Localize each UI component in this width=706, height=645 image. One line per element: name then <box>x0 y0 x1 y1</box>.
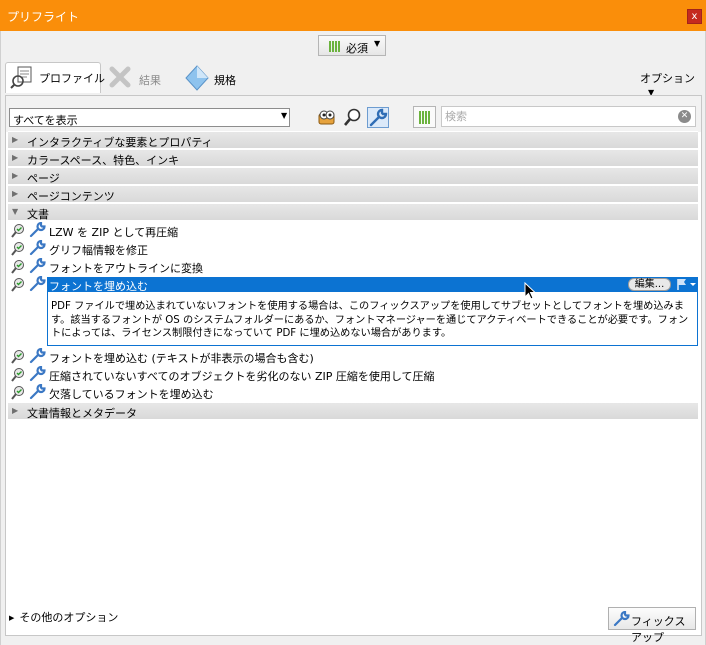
list-item[interactable]: グリフ幅情報を修正 <box>8 239 698 259</box>
expand-arrow-icon[interactable]: ▶ <box>12 189 18 198</box>
magnifier-check-icon <box>11 223 26 241</box>
more-options-label: その他のオプション <box>19 611 119 624</box>
item-label: フォントを埋め込む (テキストが非表示の場合も含む) <box>49 352 314 365</box>
category-colorspace[interactable]: ▶ カラースペース、特色、インキ <box>8 149 698 167</box>
tab-standards[interactable]: 規格 <box>183 65 243 93</box>
options-label: オプション <box>640 72 695 85</box>
selected-list-item[interactable]: フォントを埋め込む 編集... <box>47 277 698 293</box>
tab-profiles-label: プロファイル <box>39 72 105 85</box>
wrench-icon <box>29 239 47 259</box>
fixup-button[interactable]: フィックスアップ <box>608 607 696 644</box>
expand-arrow-icon[interactable]: ▶ <box>12 135 18 144</box>
profile-library-dropdown[interactable]: 必須 ▼ <box>318 35 386 56</box>
profile-library-label: 必須 <box>346 42 368 55</box>
magnifier-check-icon <box>11 367 26 385</box>
list-item[interactable]: フォントをアウトラインに変換 <box>8 257 698 277</box>
item-label: LZW を ZIP として再圧縮 <box>49 226 179 239</box>
magnifier-check-icon <box>11 385 26 403</box>
expand-arrow-icon[interactable]: ▶ <box>12 406 18 415</box>
category-document-info[interactable]: ▶ 文書情報とメタデータ <box>8 402 698 420</box>
collapse-arrow-icon[interactable]: ▼ <box>12 207 18 216</box>
magnifier-check-icon <box>11 259 26 277</box>
list-item[interactable]: フォントを埋め込む (テキストが非表示の場合も含む) <box>8 347 698 367</box>
search-field[interactable]: ✕ <box>441 106 696 127</box>
list-item[interactable]: LZW を ZIP として再圧縮 <box>8 221 698 241</box>
search-input[interactable] <box>445 109 670 124</box>
category-label: インタラクティブな要素とプロパティ <box>27 136 213 149</box>
category-label: 文書情報とメタデータ <box>27 407 137 420</box>
tab-results-label: 結果 <box>139 74 161 87</box>
category-label: カラースペース、特色、インキ <box>27 154 180 167</box>
profiles-icon <box>10 66 36 93</box>
wrench-icon <box>29 221 47 241</box>
item-label: 圧縮されていないすべてのオブジェクトを劣化のない ZIP 圧縮を使用して圧縮 <box>49 370 435 383</box>
wrench-icon <box>29 347 47 367</box>
close-button[interactable]: x <box>687 9 702 24</box>
tab-results[interactable]: 結果 <box>106 65 166 93</box>
wrench-icon <box>29 383 47 403</box>
wrench-cross-icon <box>108 65 132 92</box>
category-document[interactable]: ▼ 文書 <box>8 203 698 221</box>
list-item[interactable]: 欠落しているフォントを埋め込む <box>8 383 698 403</box>
wrench-icon <box>29 275 47 295</box>
category-page-content[interactable]: ▶ ページコンテンツ <box>8 185 698 203</box>
more-options-toggle[interactable]: ▶ その他のオプション <box>9 609 118 625</box>
title-bar: プリフライト x <box>0 0 706 31</box>
expand-arrow-icon: ▶ <box>9 614 15 622</box>
libraries-button[interactable] <box>413 106 436 128</box>
diamond-icon <box>185 65 209 94</box>
fixup-button-label: フィックスアップ <box>631 615 686 644</box>
magnifier-check-icon <box>11 349 26 367</box>
item-description: PDF ファイルで埋め込まれていないフォントを使用する場合は、このフィックスアッ… <box>47 292 698 346</box>
selected-item-icons <box>8 275 47 295</box>
item-description-text: PDF ファイルで埋め込まれていないフォントを使用する場合は、このフィックスアッ… <box>51 301 689 339</box>
wrench-icon <box>29 257 47 277</box>
edit-button[interactable]: 編集... <box>628 278 671 291</box>
expand-arrow-icon[interactable]: ▶ <box>12 171 18 180</box>
wrench-icon <box>29 365 47 385</box>
category-interactive[interactable]: ▶ インタラクティブな要素とプロパティ <box>8 131 698 149</box>
category-label: 文書 <box>27 208 49 221</box>
window-title: プリフライト <box>7 10 80 24</box>
category-label: ページ <box>27 172 60 185</box>
item-label: フォントをアウトラインに変換 <box>49 262 203 275</box>
filter-value: すべてを表示 <box>13 114 78 127</box>
magnifier-check-icon <box>11 277 26 295</box>
tab-standards-label: 規格 <box>214 74 236 87</box>
profile-checks-icon <box>318 110 335 125</box>
mouse-cursor-icon <box>524 281 537 303</box>
wrench-icon <box>613 610 631 630</box>
show-fixups-button[interactable] <box>367 107 389 128</box>
item-label: 欠落しているフォントを埋め込む <box>49 388 214 401</box>
search-checks-button[interactable] <box>342 107 364 128</box>
magnifier-check-icon <box>11 241 26 259</box>
chevron-down-icon: ▼ <box>374 39 381 48</box>
wrench-icon <box>369 108 388 127</box>
category-page[interactable]: ▶ ページ <box>8 167 698 185</box>
bars-icon <box>419 111 431 124</box>
expand-arrow-icon[interactable]: ▶ <box>12 153 18 162</box>
tab-profiles[interactable]: プロファイル <box>5 62 105 93</box>
clear-search-icon[interactable]: ✕ <box>678 110 691 123</box>
category-label: ページコンテンツ <box>27 190 115 203</box>
show-checks-button[interactable] <box>316 107 338 128</box>
bars-icon <box>329 41 341 52</box>
chevron-down-icon: ▼ <box>281 111 288 120</box>
item-label: グリフ幅情報を修正 <box>49 244 148 257</box>
magnifier-icon <box>344 108 361 126</box>
filter-dropdown[interactable]: すべてを表示 ▼ <box>9 108 290 127</box>
list-item[interactable]: 圧縮されていないすべてのオブジェクトを劣化のない ZIP 圧縮を使用して圧縮 <box>8 365 698 385</box>
